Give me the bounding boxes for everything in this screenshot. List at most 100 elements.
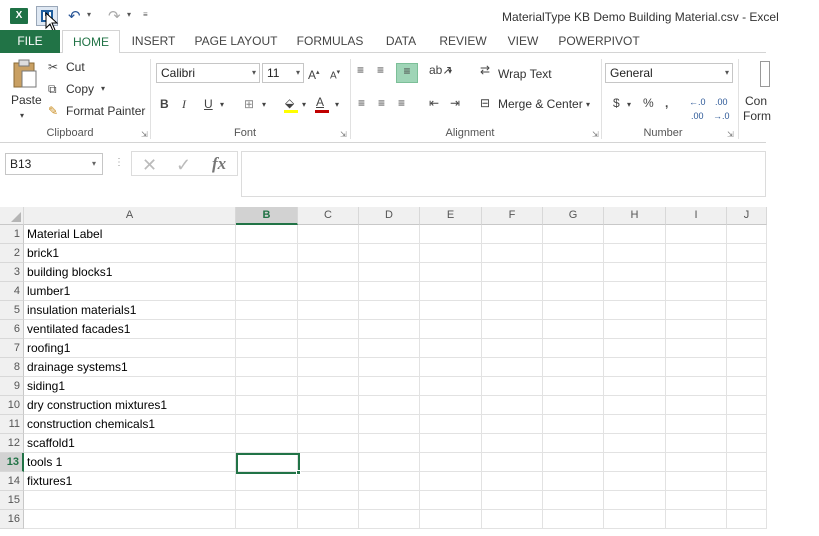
name-box[interactable]: B13 ▾ [5, 153, 103, 175]
tab-home[interactable]: HOME [62, 30, 120, 54]
cell-b12[interactable] [236, 434, 298, 453]
cell-b16[interactable] [236, 510, 298, 529]
copy-button[interactable]: Copy [66, 82, 94, 96]
cell-e13[interactable] [420, 453, 482, 472]
middle-align-icon[interactable]: ≡ [377, 63, 384, 77]
cell-i11[interactable] [666, 415, 727, 434]
cell-j9[interactable] [727, 377, 767, 396]
row-header[interactable]: 13 [0, 453, 24, 472]
undo-dropdown-icon[interactable]: ▾ [87, 10, 91, 19]
shrink-font-icon[interactable]: A▾ [330, 66, 340, 83]
cell-e9[interactable] [420, 377, 482, 396]
number-format-select[interactable]: General ▾ [605, 63, 733, 83]
fill-color-dropdown-icon[interactable]: ▾ [302, 98, 306, 112]
cell-j12[interactable] [727, 434, 767, 453]
cell-c5[interactable] [298, 301, 359, 320]
row-header[interactable]: 14 [0, 472, 24, 491]
cell-g7[interactable] [543, 339, 604, 358]
paste-button[interactable]: Paste [11, 93, 42, 107]
orientation-dropdown-icon[interactable]: ▾ [448, 65, 452, 79]
row-header[interactable]: 1 [0, 225, 24, 244]
cell-a12[interactable]: scaffold1 [24, 434, 236, 453]
cell-i12[interactable] [666, 434, 727, 453]
cell-f10[interactable] [482, 396, 543, 415]
cell-j6[interactable] [727, 320, 767, 339]
cell-a15[interactable] [24, 491, 236, 510]
cell-g2[interactable] [543, 244, 604, 263]
cell-i8[interactable] [666, 358, 727, 377]
cell-i1[interactable] [666, 225, 727, 244]
cell-c4[interactable] [298, 282, 359, 301]
cell-d5[interactable] [359, 301, 420, 320]
row-header[interactable]: 10 [0, 396, 24, 415]
cell-b6[interactable] [236, 320, 298, 339]
cell-e7[interactable] [420, 339, 482, 358]
column-header-c[interactable]: C [298, 207, 359, 225]
cell-g4[interactable] [543, 282, 604, 301]
cell-d10[interactable] [359, 396, 420, 415]
cell-e14[interactable] [420, 472, 482, 491]
cell-h2[interactable] [604, 244, 666, 263]
cell-h16[interactable] [604, 510, 666, 529]
tab-view[interactable]: VIEW [502, 30, 544, 53]
cell-f12[interactable] [482, 434, 543, 453]
row-header[interactable]: 8 [0, 358, 24, 377]
row-header[interactable]: 2 [0, 244, 24, 263]
underline-button[interactable]: U [204, 97, 213, 111]
cell-i9[interactable] [666, 377, 727, 396]
column-header-e[interactable]: E [420, 207, 482, 225]
cell-g11[interactable] [543, 415, 604, 434]
cell-a6[interactable]: ventilated facades1 [24, 320, 236, 339]
tab-file[interactable]: FILE [0, 30, 60, 53]
cell-a10[interactable]: dry construction mixtures1 [24, 396, 236, 415]
decrease-decimal-icon[interactable]: .00 →.0 [713, 95, 730, 123]
tab-powerpivot[interactable]: POWERPIVOT [554, 30, 644, 53]
cell-h5[interactable] [604, 301, 666, 320]
cell-c2[interactable] [298, 244, 359, 263]
cell-h11[interactable] [604, 415, 666, 434]
column-header-i[interactable]: I [666, 207, 727, 225]
cell-a1[interactable]: Material Label [24, 225, 236, 244]
row-header[interactable]: 7 [0, 339, 24, 358]
cell-i13[interactable] [666, 453, 727, 472]
tab-data[interactable]: DATA [378, 30, 424, 53]
decrease-indent-icon[interactable]: ⇤ [429, 96, 439, 110]
cell-j11[interactable] [727, 415, 767, 434]
cell-d2[interactable] [359, 244, 420, 263]
cell-g13[interactable] [543, 453, 604, 472]
cell-d8[interactable] [359, 358, 420, 377]
cell-a3[interactable]: building blocks1 [24, 263, 236, 282]
cell-g5[interactable] [543, 301, 604, 320]
cell-d4[interactable] [359, 282, 420, 301]
currency-button[interactable]: $ [613, 96, 620, 110]
cell-b3[interactable] [236, 263, 298, 282]
cell-c11[interactable] [298, 415, 359, 434]
cell-a11[interactable]: construction chemicals1 [24, 415, 236, 434]
cell-f11[interactable] [482, 415, 543, 434]
format-as-table-button[interactable]: Form [743, 109, 771, 123]
cell-e15[interactable] [420, 491, 482, 510]
cell-c1[interactable] [298, 225, 359, 244]
column-header-h[interactable]: H [604, 207, 666, 225]
cell-g15[interactable] [543, 491, 604, 510]
cell-d3[interactable] [359, 263, 420, 282]
currency-dropdown-icon[interactable]: ▾ [627, 98, 631, 112]
column-header-b[interactable]: B [236, 207, 298, 225]
cell-b1[interactable] [236, 225, 298, 244]
cell-j2[interactable] [727, 244, 767, 263]
row-header[interactable]: 16 [0, 510, 24, 529]
cell-f1[interactable] [482, 225, 543, 244]
cut-button[interactable]: Cut [66, 60, 85, 74]
cell-h12[interactable] [604, 434, 666, 453]
align-left-icon[interactable]: ≡ [358, 96, 365, 110]
cell-a4[interactable]: lumber1 [24, 282, 236, 301]
cell-d15[interactable] [359, 491, 420, 510]
cell-c3[interactable] [298, 263, 359, 282]
tab-review[interactable]: REVIEW [434, 30, 492, 53]
cell-c8[interactable] [298, 358, 359, 377]
conditional-formatting-button[interactable]: Con [745, 94, 767, 108]
cell-c13[interactable] [298, 453, 359, 472]
cell-b5[interactable] [236, 301, 298, 320]
cell-j4[interactable] [727, 282, 767, 301]
cell-i6[interactable] [666, 320, 727, 339]
